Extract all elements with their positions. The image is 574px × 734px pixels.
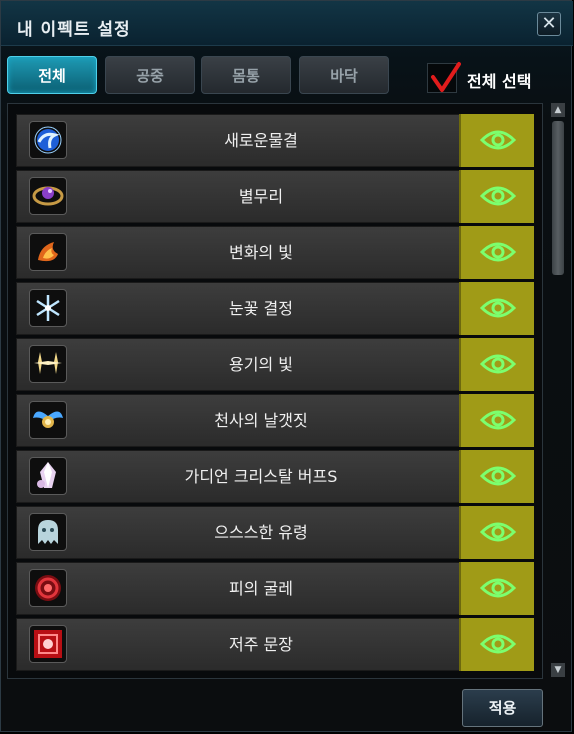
- eye-icon: [480, 522, 516, 542]
- title-bar: 내 이펙트 설정 ✕: [1, 1, 573, 46]
- apply-button[interactable]: 적용: [462, 689, 543, 727]
- effect-name: 피의 굴레: [229, 579, 293, 598]
- visibility-toggle[interactable]: [459, 562, 534, 615]
- blood-ring-icon: [29, 569, 67, 607]
- effect-name: 새로운물결: [224, 131, 298, 150]
- star-cluster-icon: [29, 177, 67, 215]
- tab-floor[interactable]: 바닥: [299, 56, 389, 94]
- scroll-up-button[interactable]: ▲: [551, 103, 565, 117]
- effect-row[interactable]: 피의 굴레: [16, 562, 534, 615]
- visibility-toggle[interactable]: [459, 618, 534, 671]
- effect-row[interactable]: 저주 문장: [16, 618, 534, 671]
- visibility-toggle[interactable]: [459, 506, 534, 559]
- effect-row[interactable]: 가디언 크리스탈 버프S: [16, 450, 534, 503]
- visibility-toggle[interactable]: [459, 394, 534, 447]
- scroll-thumb[interactable]: [552, 121, 564, 275]
- effect-name: 눈꽃 결정: [229, 299, 293, 318]
- eye-icon: [480, 130, 516, 150]
- snowflake-icon: [29, 289, 67, 327]
- effect-row[interactable]: 천사의 날갯짓: [16, 394, 534, 447]
- effect-settings-window: 내 이펙트 설정 ✕ 전체 공중 몸통 바닥 전체 선택 새로운물결 별무리 변…: [0, 0, 573, 732]
- eye-icon: [480, 298, 516, 318]
- eye-icon: [480, 466, 516, 486]
- water-wave-icon: [29, 121, 67, 159]
- effect-row[interactable]: 눈꽃 결정: [16, 282, 534, 335]
- sparkle-light-icon: [29, 345, 67, 383]
- window-title: 내 이펙트 설정: [17, 20, 131, 40]
- visibility-toggle[interactable]: [459, 114, 534, 167]
- effect-name: 가디언 크리스탈 버프S: [184, 467, 338, 486]
- select-all-label: 전체 선택: [467, 72, 532, 91]
- tab-air[interactable]: 공중: [105, 56, 195, 94]
- ghost-icon: [29, 513, 67, 551]
- tab-all[interactable]: 전체: [7, 56, 97, 94]
- effect-row[interactable]: 용기의 빛: [16, 338, 534, 391]
- close-button[interactable]: ✕: [537, 12, 561, 36]
- scroll-down-button[interactable]: ▼: [551, 663, 565, 677]
- effect-name: 변화의 빛: [229, 243, 293, 262]
- angel-wing-icon: [29, 401, 67, 439]
- visibility-toggle[interactable]: [459, 170, 534, 223]
- eye-icon: [480, 354, 516, 374]
- eye-icon: [480, 242, 516, 262]
- effect-name: 천사의 날갯짓: [214, 411, 308, 430]
- effect-list: 새로운물결 별무리 변화의 빛 눈꽃 결정 용기의 빛 천사의 날갯짓 가디언 …: [7, 103, 543, 679]
- guardian-crystal-icon: [29, 457, 67, 495]
- tab-body[interactable]: 몸통: [201, 56, 291, 94]
- flame-light-icon: [29, 233, 67, 271]
- eye-icon: [480, 634, 516, 654]
- list-scrollbar[interactable]: ▲ ▼: [550, 103, 566, 679]
- effect-row[interactable]: 별무리: [16, 170, 534, 223]
- eye-icon: [480, 578, 516, 598]
- select-all-checkbox[interactable]: [427, 62, 461, 93]
- visibility-toggle[interactable]: [459, 450, 534, 503]
- effect-row[interactable]: 새로운물결: [16, 114, 534, 167]
- curse-seal-icon: [29, 625, 67, 663]
- visibility-toggle[interactable]: [459, 282, 534, 335]
- effect-name: 별무리: [238, 187, 284, 206]
- eye-icon: [480, 410, 516, 430]
- visibility-toggle[interactable]: [459, 226, 534, 279]
- effect-name: 으스스한 유령: [214, 523, 308, 542]
- visibility-toggle[interactable]: [459, 338, 534, 391]
- check-mark-icon: [431, 62, 461, 92]
- effect-name: 용기의 빛: [229, 355, 293, 374]
- effect-row[interactable]: 으스스한 유령: [16, 506, 534, 559]
- effect-row[interactable]: 변화의 빛: [16, 226, 534, 279]
- eye-icon: [480, 186, 516, 206]
- effect-name: 저주 문장: [229, 635, 293, 654]
